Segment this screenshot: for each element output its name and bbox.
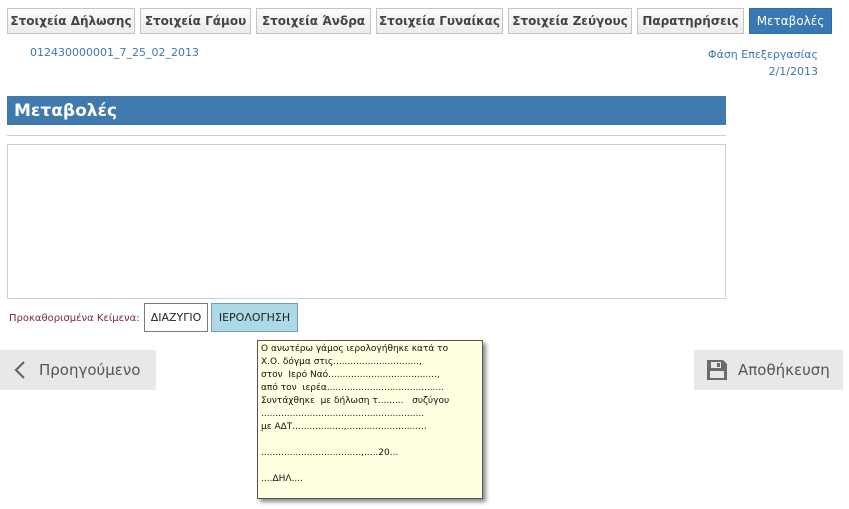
previous-button[interactable]: Προηγούμενο xyxy=(0,350,156,390)
divorce-text-button[interactable]: ΔΙΑΖΥΓΙΟ xyxy=(144,303,208,332)
phase-label: Φάση Επεξεργασίας xyxy=(707,48,818,61)
blessing-text-tooltip: Ο ανωτέρω γάμος ιερολογήθηκε κατά το Χ.Ο… xyxy=(257,340,483,499)
blessing-text-button[interactable]: ΙΕΡΟΛΟΓΗΣΗ xyxy=(211,303,298,332)
predefined-texts-label: Προκαθορισμένα Κείμενα: xyxy=(9,313,140,324)
phase-date: 2/1/2013 xyxy=(768,65,818,78)
changes-textarea[interactable] xyxy=(7,144,726,299)
tab-changes[interactable]: Μεταβολές xyxy=(749,8,832,34)
record-reference: 012430000001_7_25_02_2013 xyxy=(30,46,199,59)
chevron-left-icon xyxy=(14,360,26,380)
tab-remarks[interactable]: Παρατηρήσεις xyxy=(637,8,744,34)
save-button-label: Αποθήκευση xyxy=(738,361,830,379)
save-button[interactable]: Αποθήκευση xyxy=(694,350,843,390)
processing-phase: Φάση Επεξεργασίας 2/1/2013 xyxy=(708,46,818,80)
divider xyxy=(7,135,726,136)
tab-couple-details[interactable]: Στοιχεία Ζεύγους xyxy=(508,8,632,34)
tab-husband-details[interactable]: Στοιχεία Άνδρα xyxy=(256,8,371,34)
section-title: Μεταβολές xyxy=(7,96,726,125)
previous-button-label: Προηγούμενο xyxy=(39,361,141,379)
tab-marriage-details[interactable]: Στοιχεία Γάμου xyxy=(140,8,251,34)
tab-wife-details[interactable]: Στοιχεία Γυναίκας xyxy=(376,8,503,34)
tab-declaration-details[interactable]: Στοιχεία Δήλωσης xyxy=(7,8,135,34)
floppy-disk-icon xyxy=(706,359,728,381)
